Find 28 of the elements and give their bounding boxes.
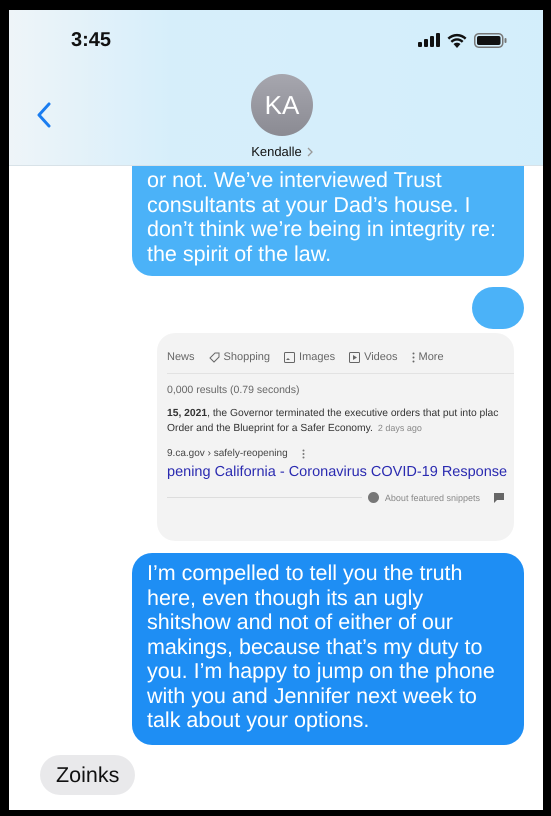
feedback-icon bbox=[494, 492, 504, 502]
result-url: 9.ca.gov › safely-reopening bbox=[167, 448, 288, 459]
snippet-text: Order and the Blueprint for a Safer Economy. bbox=[167, 423, 373, 434]
contact-name[interactable]: Kendalle bbox=[251, 144, 302, 159]
status-time: 3:45 bbox=[71, 28, 112, 52]
chevron-icon[interactable] bbox=[306, 146, 313, 156]
signal-icon bbox=[418, 33, 440, 47]
received-message: Zoinks bbox=[40, 754, 136, 795]
help-icon bbox=[368, 492, 379, 503]
tab-label: Shopping bbox=[224, 351, 270, 363]
play-icon bbox=[349, 352, 360, 362]
back-icon[interactable] bbox=[37, 102, 51, 128]
snippet-text: 15, 2021, the Governor terminated the executive orders that put into plac bbox=[167, 408, 500, 419]
battery-icon bbox=[474, 32, 507, 48]
more-icon bbox=[412, 352, 415, 362]
tag-icon bbox=[208, 352, 220, 362]
tab-label: Images bbox=[299, 351, 336, 363]
tab-label: Videos bbox=[364, 351, 398, 363]
image-icon bbox=[284, 352, 296, 362]
sent-message bbox=[472, 287, 524, 329]
result-stats: 0,000 results (0.79 seconds) bbox=[167, 384, 300, 396]
more-icon bbox=[302, 448, 305, 458]
tab-label: More bbox=[418, 351, 444, 363]
wifi-icon bbox=[447, 32, 467, 48]
tab-label: News bbox=[167, 351, 195, 363]
sent-message: or not. We’ve interviewed Trust consultants at your Dad’s house. I don’t think we’re being in integrity re: the spirit of the law. bbox=[132, 166, 524, 276]
snippet-age: 2 days ago bbox=[378, 423, 422, 433]
sent-message: I’m compelled to tell you the truth here, even though its an ugly shitshow and not of either of our makings, because that’s my duty to you. I’m happy to jump on the phone with you and Jennifer next week to talk about your options. bbox=[132, 553, 524, 744]
